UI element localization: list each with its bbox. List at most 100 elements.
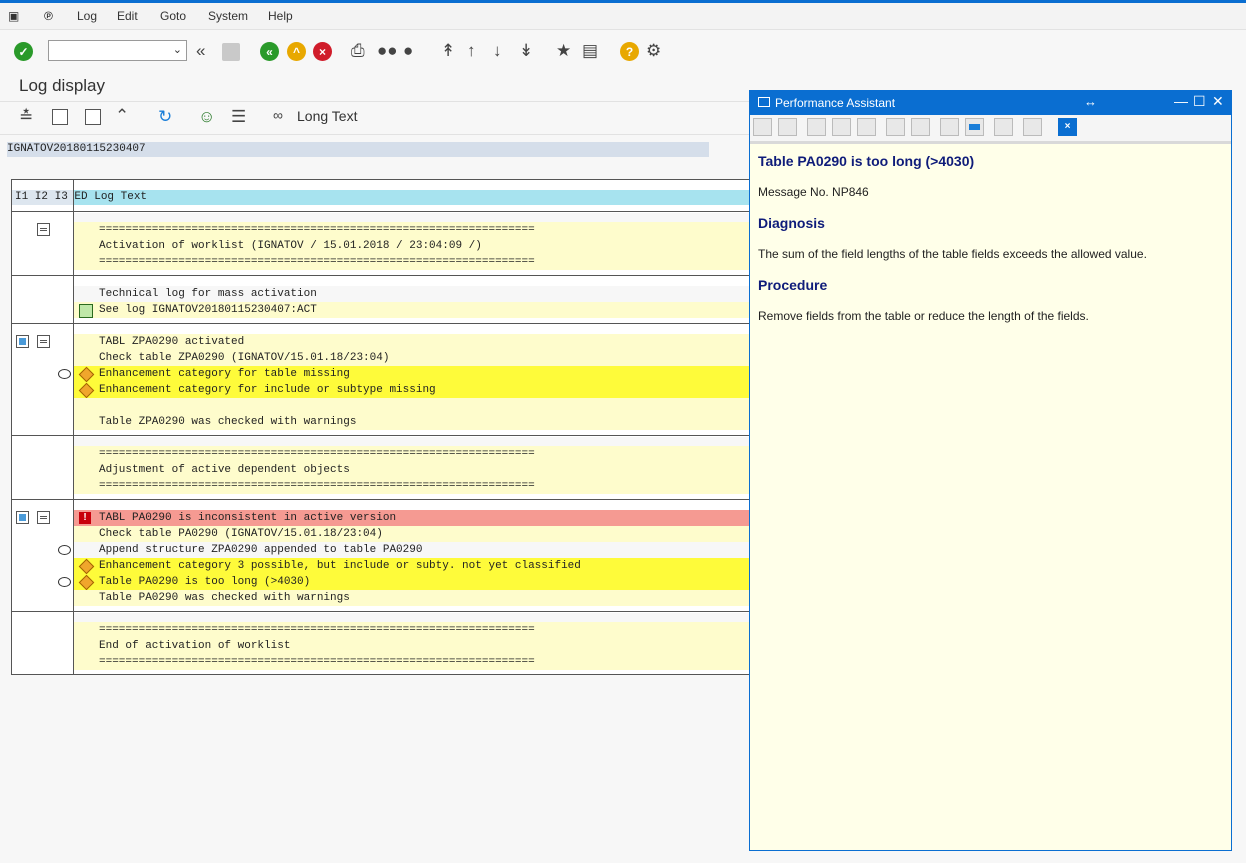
sap-logo-icon[interactable]: ℗ (44, 9, 53, 23)
refresh-icon[interactable]: ↻ (158, 107, 172, 127)
expand-node-icon[interactable] (16, 335, 29, 348)
shortcut-icon[interactable]: ▤ (582, 41, 598, 61)
close-icon[interactable]: ✕ (1212, 93, 1224, 110)
table-row[interactable]: ! TABL PA0290 is inconsistent in active … (74, 510, 750, 526)
warning-icon (78, 574, 95, 591)
structure-icon[interactable] (832, 118, 851, 136)
error-icon: ! (79, 512, 91, 524)
table-row[interactable]: Adjustment of active dependent objects (74, 462, 750, 478)
back-icon[interactable]: « (260, 42, 279, 61)
long-text-bubble-icon[interactable] (58, 545, 71, 555)
table-row[interactable]: Table PA0290 is too long (>4030) (74, 574, 750, 591)
previous-page-icon[interactable]: ↑ (467, 41, 476, 61)
long-text-button[interactable]: Long Text (297, 108, 357, 124)
menu-edit[interactable]: Edit (117, 9, 138, 23)
print-icon[interactable] (1023, 118, 1042, 136)
enter-check-icon[interactable]: ✓ (14, 42, 33, 61)
exit-icon[interactable]: ^ (287, 42, 306, 61)
table-row[interactable]: ========================================… (74, 622, 750, 638)
minimize-icon[interactable]: — (1174, 93, 1188, 109)
diagnosis-text: The sum of the field lengths of the tabl… (758, 247, 1147, 261)
find-icon[interactable]: ●● (377, 41, 398, 61)
table-row[interactable]: Activation of worklist (IGNATOV / 15.01.… (74, 238, 750, 254)
procedure-heading: Procedure (758, 277, 828, 293)
table-row[interactable]: ========================================… (74, 654, 750, 670)
collapse-node-icon[interactable] (85, 109, 101, 125)
chevron-down-icon[interactable]: ⌄ (173, 43, 182, 56)
table-row[interactable]: See log IGNATOV20180115230407:ACT (74, 302, 750, 318)
header-text: I1 I2 I3 ED Log Text (15, 191, 148, 203)
see-log-icon[interactable] (79, 304, 93, 318)
last-page-icon[interactable]: ↡ (519, 41, 533, 61)
warning-icon (78, 366, 95, 383)
collapse-left-icon[interactable]: « (196, 41, 205, 61)
collapse-node-icon[interactable] (37, 511, 50, 524)
close-assistant-icon[interactable]: × (1058, 118, 1077, 136)
application-toolbar (0, 101, 750, 135)
group-separator (12, 211, 750, 212)
tools-icon (886, 118, 905, 136)
table-row[interactable]: ========================================… (74, 254, 750, 270)
table-row[interactable]: Table ZPA0290 was checked with warnings (74, 414, 750, 430)
menu-goto[interactable]: Goto (160, 9, 186, 23)
warning-icon (78, 382, 95, 399)
find-next-icon[interactable]: ● (403, 41, 413, 61)
print-icon[interactable]: ⎙ (351, 41, 365, 61)
table-row[interactable]: Check table ZPA0290 (IGNATOV/15.01.18/23… (74, 350, 750, 366)
log-name: IGNATOV20180115230407 (7, 142, 709, 157)
calendar-icon[interactable] (940, 118, 959, 136)
long-text-bubble-icon[interactable] (58, 369, 71, 379)
table-row[interactable]: Enhancement category 3 possible, but inc… (74, 558, 750, 575)
menu-log[interactable]: Log (77, 9, 97, 23)
message-number: Message No. NP846 (758, 185, 869, 199)
group-separator (12, 275, 750, 276)
assistant-title-bar[interactable]: Performance Assistant ↔ — ☐ ✕ (750, 91, 1231, 115)
performance-assistant-window: Performance Assistant ↔ — ☐ ✕ × Table PA… (749, 90, 1232, 851)
menu-system[interactable]: System (208, 9, 248, 23)
table-row[interactable]: Enhancement category for include or subt… (74, 382, 750, 399)
edit-icon[interactable] (857, 118, 876, 136)
diagnosis-heading: Diagnosis (758, 215, 825, 231)
cancel-icon[interactable]: × (313, 42, 332, 61)
help-icon[interactable]: ? (620, 42, 639, 61)
table-row[interactable]: Append structure ZPA0290 appended to tab… (74, 542, 750, 558)
table-row[interactable] (74, 398, 750, 414)
user-icon[interactable]: ☺ (198, 107, 215, 127)
expand-node-icon[interactable] (16, 511, 29, 524)
save-icon (222, 43, 240, 61)
glasses-icon[interactable]: ∞ (273, 107, 283, 123)
collapse-all-icon[interactable]: ⌃ (115, 106, 129, 126)
table-row[interactable]: Check table PA0290 (IGNATOV/15.01.18/23:… (74, 526, 750, 542)
collapse-node-icon[interactable] (37, 223, 50, 236)
resize-arrows-icon[interactable]: ↔ (1084, 94, 1097, 109)
assistant-heading: Table PA0290 is too long (>4030) (758, 153, 975, 169)
link-icon (911, 118, 930, 136)
group-separator (12, 435, 750, 436)
window-icon (758, 97, 770, 107)
settings-gear-icon[interactable]: ⚙ (646, 41, 661, 61)
table-row[interactable]: ========================================… (74, 478, 750, 494)
monitor-icon (994, 118, 1013, 136)
maximize-icon[interactable]: ☐ (1193, 93, 1206, 110)
table-row[interactable]: Technical log for mass activation (74, 286, 750, 302)
menu-help[interactable]: Help (268, 9, 293, 23)
next-page-icon[interactable]: ↓ (493, 41, 502, 61)
table-row[interactable]: ========================================… (74, 222, 750, 238)
long-text-bubble-icon[interactable] (58, 577, 71, 587)
table-row[interactable]: Table PA0290 was checked with warnings (74, 590, 750, 606)
expand-all-icon[interactable]: ≛ (19, 107, 33, 127)
list-icon[interactable]: ☰ (231, 107, 246, 127)
expand-node-icon[interactable] (52, 109, 68, 125)
folder-icon[interactable] (965, 118, 984, 136)
collapse-node-icon[interactable] (37, 335, 50, 348)
create-session-icon[interactable]: ★ (556, 41, 571, 61)
table-row[interactable]: Enhancement category for table missing (74, 366, 750, 383)
group-separator (12, 323, 750, 324)
table-row[interactable]: ========================================… (74, 446, 750, 462)
table-row[interactable]: TABL ZPA0290 activated (74, 334, 750, 350)
technical-info-icon[interactable] (807, 118, 826, 136)
table-row[interactable]: End of activation of worklist (74, 638, 750, 654)
command-field[interactable]: ⌄ (48, 40, 187, 61)
window-menu-icon[interactable]: ▣ (8, 9, 19, 23)
first-page-icon[interactable]: ↟ (441, 41, 455, 61)
